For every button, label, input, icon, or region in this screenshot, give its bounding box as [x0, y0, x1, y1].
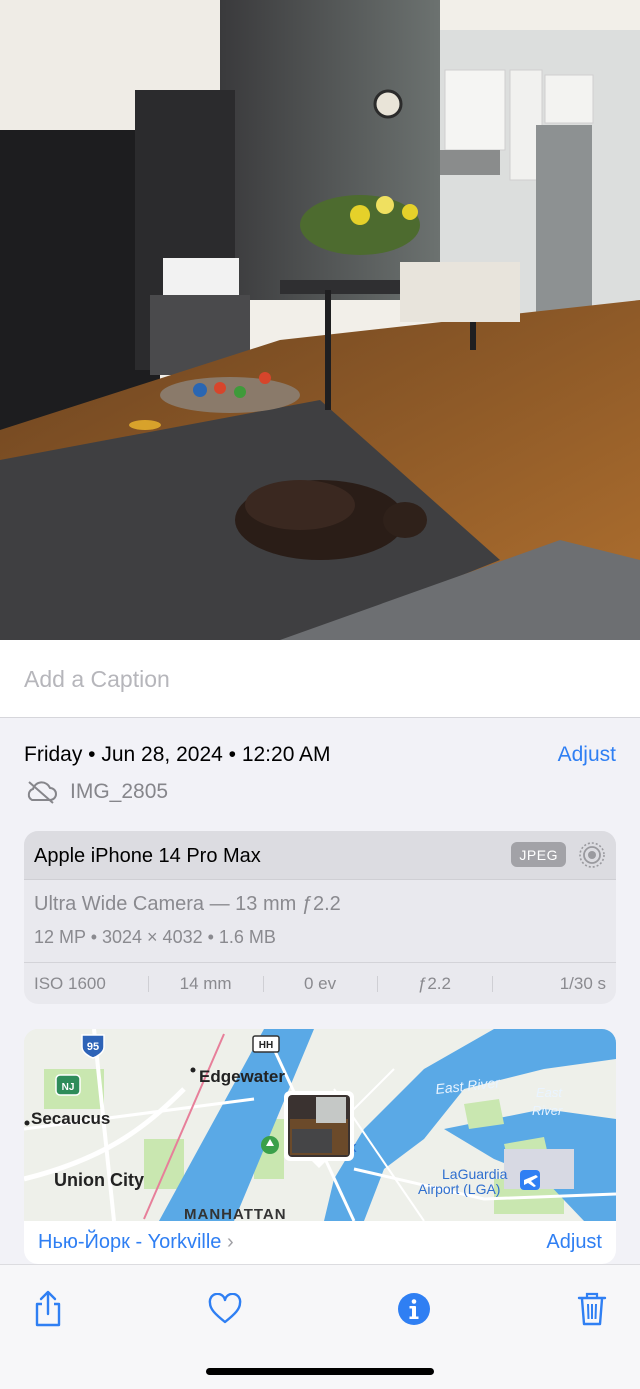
map-label-laguardia: LaGuardia — [442, 1166, 508, 1182]
image-specs: 12 MP • 3024 × 4032 • 1.6 MB — [34, 927, 276, 947]
filename-row: IMG_2805 — [24, 779, 168, 805]
camera-card-header: Apple iPhone 14 Pro Max JPEG — [24, 831, 616, 880]
photo-image — [0, 0, 640, 640]
map-label-airport: Airport (LGA) — [418, 1181, 500, 1197]
device-name: Apple iPhone 14 Pro Max — [34, 845, 261, 867]
favorite-button[interactable] — [201, 1287, 249, 1331]
filename-label: IMG_2805 — [70, 780, 169, 803]
map-label-east: East — [536, 1085, 563, 1100]
adjust-location-button[interactable]: Adjust — [546, 1231, 602, 1254]
exif-row: ISO 1600 14 mm 0 ev ƒ2.2 1/30 s — [24, 962, 616, 1004]
photo-location-pin[interactable] — [284, 1091, 354, 1168]
adjust-date-button[interactable]: Adjust — [558, 743, 616, 767]
date-time-label: Friday • Jun 28, 2024 • 12:20 AM — [24, 743, 331, 766]
heart-icon — [208, 1293, 242, 1324]
cloud-slash-icon — [27, 781, 57, 804]
camera-info-card: Apple iPhone 14 Pro Max JPEG Ultra Wide … — [24, 831, 616, 1004]
svg-text:NJ: NJ — [62, 1082, 75, 1093]
map-graphic: 95 NJ HH Edgewater Secaucus Union City M… — [24, 1029, 616, 1221]
info-panel: Friday • Jun 28, 2024 • 12:20 AM Adjust … — [0, 718, 640, 1264]
live-photo-icon[interactable] — [578, 841, 606, 869]
map-label-edgewater: Edgewater — [199, 1067, 285, 1086]
chevron-right-icon: › — [226, 1231, 234, 1253]
exif-iso: ISO 1600 — [34, 974, 106, 993]
henry-hudson-shield: HH — [252, 1035, 280, 1053]
nj-turnpike-shield: NJ — [55, 1074, 81, 1096]
share-button[interactable] — [24, 1287, 72, 1331]
caption-input[interactable] — [24, 660, 614, 698]
airport-icon — [520, 1170, 540, 1190]
info-icon — [398, 1293, 430, 1325]
caption-bar — [0, 640, 640, 718]
park-pin-icon — [261, 1136, 279, 1154]
map-label-manhattan: MANHATTAN — [184, 1206, 287, 1221]
map-label-secaucus: Secaucus — [31, 1109, 110, 1128]
svg-text:95: 95 — [87, 1041, 99, 1053]
photo-view[interactable] — [0, 0, 640, 640]
share-icon — [35, 1290, 61, 1327]
exif-focal-length: 14 mm — [148, 963, 262, 1004]
exif-aperture: ƒ2.2 — [377, 963, 491, 1004]
map-footer: Нью-Йорк - Yorkville › Adjust — [24, 1221, 616, 1264]
exif-exposure-bias: 0 ev — [262, 963, 377, 1004]
info-button[interactable] — [390, 1287, 438, 1331]
svg-text:HH: HH — [259, 1040, 273, 1051]
location-map[interactable]: 95 NJ HH Edgewater Secaucus Union City M… — [24, 1029, 616, 1221]
map-label-river: River — [532, 1103, 563, 1118]
delete-button[interactable] — [568, 1287, 616, 1331]
location-link[interactable]: Нью-Йорк - Yorkville › — [38, 1231, 234, 1254]
format-badge: JPEG — [511, 842, 566, 867]
trash-icon — [577, 1292, 607, 1326]
location-label: Нью-Йорк - Yorkville — [38, 1231, 222, 1253]
lens-info: Ultra Wide Camera — 13 mm ƒ2.2 — [34, 893, 341, 915]
exif-shutter-speed: 1/30 s — [491, 963, 616, 1004]
map-label-union-city: Union City — [54, 1170, 144, 1190]
home-indicator[interactable] — [206, 1368, 434, 1375]
